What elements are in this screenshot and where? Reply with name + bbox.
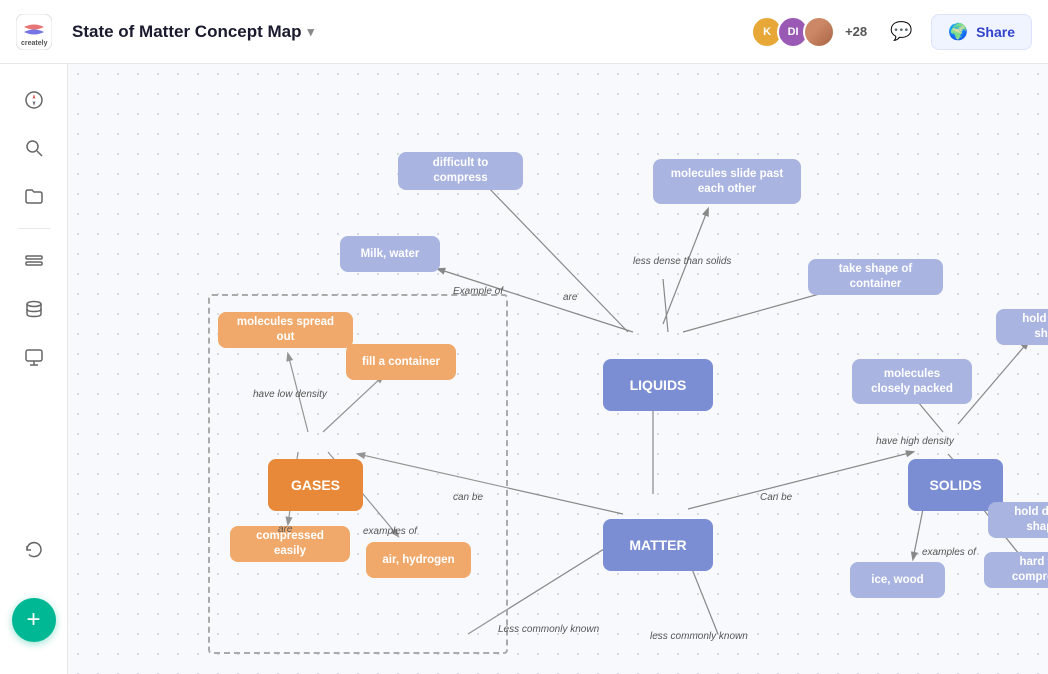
node-solids[interactable]: SOLIDS (908, 459, 1003, 511)
sidebar-icon-layers[interactable] (14, 241, 54, 281)
sidebar-divider (18, 228, 50, 229)
node-difficult-compress[interactable]: difficult to compress (398, 152, 523, 190)
svg-text:creately: creately (21, 40, 48, 47)
doc-title-chevron[interactable]: ▾ (308, 24, 315, 40)
sidebar-icon-history[interactable] (14, 530, 54, 570)
node-molecules-closely[interactable]: molecules closely packed (852, 359, 972, 404)
edge-label-example-of: Example of (453, 286, 503, 297)
share-globe-icon: 🌍 (948, 22, 968, 42)
node-milk-water[interactable]: Milk, water (340, 236, 440, 272)
edge-label-low-density: have low density (253, 389, 327, 400)
avatar-group: K DI +28 (751, 16, 867, 48)
sidebar-icon-folder[interactable] (14, 176, 54, 216)
edge-label-can-be1: can be (453, 492, 483, 503)
fab-add-button[interactable]: + (12, 598, 56, 642)
node-molecules-slide[interactable]: molecules slide past each other (653, 159, 801, 204)
edge-label-high-density: have high density (876, 436, 954, 447)
avatar-photo[interactable] (803, 16, 835, 48)
node-take-shape[interactable]: take shape of container (808, 259, 943, 295)
avatar-count: +28 (845, 24, 867, 39)
edge-label-examples-of2: examples of (922, 547, 976, 558)
sidebar: + (0, 64, 68, 674)
node-hard-compress[interactable]: hard to compress (984, 552, 1048, 588)
share-button[interactable]: 🌍 Share (931, 14, 1032, 50)
node-fill-container[interactable]: fill a container (346, 344, 456, 380)
canvas[interactable]: MATTER LIQUIDS GASES SOLIDS difficult to… (68, 64, 1048, 674)
doc-title: State of Matter Concept Map ▾ (72, 22, 314, 42)
node-air-hydrogen[interactable]: air, hydrogen (366, 542, 471, 578)
edge-label-less-dense: less dense than solids (633, 256, 731, 267)
sidebar-icon-present[interactable] (14, 337, 54, 377)
comment-button[interactable]: 💬 (883, 14, 919, 50)
node-hold-shape2[interactable]: hold down shape (988, 502, 1048, 538)
fab-plus-icon: + (26, 606, 40, 634)
node-matter[interactable]: MATTER (603, 519, 713, 571)
sidebar-icon-compass[interactable] (14, 80, 54, 120)
edge-label-examples-of1: examples of (363, 526, 417, 537)
logo: creately (16, 14, 52, 50)
edge-label-are1: are (563, 292, 577, 303)
doc-title-text: State of Matter Concept Map (72, 22, 302, 42)
node-ice-wood[interactable]: ice, wood (850, 562, 945, 598)
app-body: + (0, 64, 1048, 674)
node-liquids[interactable]: LIQUIDS (603, 359, 713, 411)
node-molecules-spread[interactable]: molecules spread out (218, 312, 353, 348)
sidebar-icon-search[interactable] (14, 128, 54, 168)
comment-icon: 💬 (890, 21, 912, 42)
sidebar-icon-database[interactable] (14, 289, 54, 329)
share-label: Share (976, 24, 1015, 40)
edge-label-are2: are (278, 524, 292, 535)
node-hold-shape1[interactable]: hold down shape (996, 309, 1048, 345)
edge-label-can-be2: Can be (760, 492, 792, 503)
edge-label-less-known1: Less commonly known (498, 624, 599, 635)
node-gases[interactable]: GASES (268, 459, 363, 511)
edge-label-less-known2: less commonly known (650, 631, 748, 642)
header: creately State of Matter Concept Map ▾ K… (0, 0, 1048, 64)
creately-logo: creately (16, 14, 52, 50)
